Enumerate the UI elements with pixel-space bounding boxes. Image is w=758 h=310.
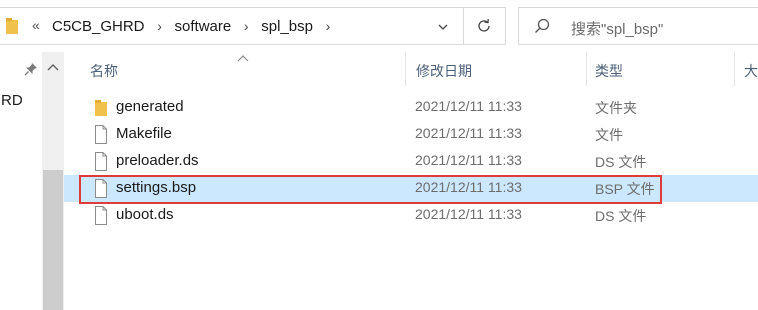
breadcrumb-item-spl-bsp[interactable]: spl_bsp xyxy=(261,18,313,35)
folder-icon xyxy=(95,100,107,116)
breadcrumb-item-c5cb-ghrd[interactable]: C5CB_GHRD xyxy=(52,18,145,35)
file-type: BSP 文件 xyxy=(595,181,655,197)
column-divider[interactable] xyxy=(734,52,735,86)
file-date: 2021/12/11 11:33 xyxy=(415,98,522,114)
column-headers: 名称 修改日期 类型 大 xyxy=(64,52,758,86)
file-list: generated 2021/12/11 11:33 文件夹 Makefile … xyxy=(64,94,758,229)
refresh-icon xyxy=(478,18,490,32)
file-type: 文件夹 xyxy=(595,100,637,116)
chevron-right-icon[interactable]: › xyxy=(319,18,337,34)
file-type: DS 文件 xyxy=(595,208,647,224)
breadcrumb: C5CB_GHRD › software › spl_bsp › xyxy=(52,16,343,36)
scrollbar-thumb[interactable] xyxy=(43,170,63,310)
file-row-generated[interactable]: generated 2021/12/11 11:33 文件夹 xyxy=(64,94,758,121)
file-type: 文件 xyxy=(595,127,623,143)
file-icon xyxy=(95,206,107,225)
column-divider[interactable] xyxy=(586,52,587,86)
file-date: 2021/12/11 11:33 xyxy=(415,152,522,168)
search-icon xyxy=(535,18,550,33)
refresh-button[interactable] xyxy=(464,7,506,45)
sort-ascending-icon xyxy=(237,55,249,62)
column-header-type[interactable]: 类型 xyxy=(595,61,623,81)
file-name: uboot.ds xyxy=(116,206,174,223)
file-row-preloader-ds[interactable]: preloader.ds 2021/12/11 11:33 DS 文件 xyxy=(64,148,758,175)
file-icon xyxy=(95,152,107,171)
column-header-date[interactable]: 修改日期 xyxy=(416,61,472,81)
file-row-settings-bsp[interactable]: settings.bsp 2021/12/11 11:33 BSP 文件 xyxy=(64,175,758,202)
scrollbar[interactable] xyxy=(42,52,64,310)
chevron-down-icon[interactable] xyxy=(438,22,448,32)
column-divider[interactable] xyxy=(405,52,406,86)
breadcrumb-overflow[interactable]: « xyxy=(32,17,40,33)
file-name: settings.bsp xyxy=(116,179,197,196)
search-input[interactable]: 搜索"spl_bsp" xyxy=(518,7,758,45)
pin-icon[interactable] xyxy=(24,62,38,76)
file-date: 2021/12/11 11:33 xyxy=(415,125,522,141)
folder-icon xyxy=(6,18,18,34)
chevron-right-icon[interactable]: › xyxy=(151,18,169,34)
file-type: DS 文件 xyxy=(595,154,647,170)
search-placeholder: 搜索"spl_bsp" xyxy=(571,21,664,38)
breadcrumb-item-software[interactable]: software xyxy=(175,18,232,35)
file-row-uboot-ds[interactable]: uboot.ds 2021/12/11 11:33 DS 文件 xyxy=(64,202,758,229)
nav-item-label[interactable]: RD xyxy=(1,92,23,109)
file-name: Makefile xyxy=(116,125,172,142)
chevron-right-icon[interactable]: › xyxy=(237,18,255,34)
address-bar[interactable]: « C5CB_GHRD › software › spl_bsp › xyxy=(0,7,464,45)
file-date: 2021/12/11 11:33 xyxy=(415,179,522,195)
file-date: 2021/12/11 11:33 xyxy=(415,206,522,222)
address-bar-area: « C5CB_GHRD › software › spl_bsp › 搜索"sp… xyxy=(0,0,758,52)
file-name: preloader.ds xyxy=(116,152,199,169)
column-header-name[interactable]: 名称 xyxy=(90,61,118,81)
file-name: generated xyxy=(116,98,184,115)
navigation-pane: RD xyxy=(0,52,42,310)
file-icon xyxy=(95,125,107,144)
file-row-makefile[interactable]: Makefile 2021/12/11 11:33 文件 xyxy=(64,121,758,148)
column-header-size[interactable]: 大 xyxy=(744,61,758,81)
chevron-up-icon[interactable] xyxy=(47,62,59,72)
file-icon xyxy=(95,179,107,198)
